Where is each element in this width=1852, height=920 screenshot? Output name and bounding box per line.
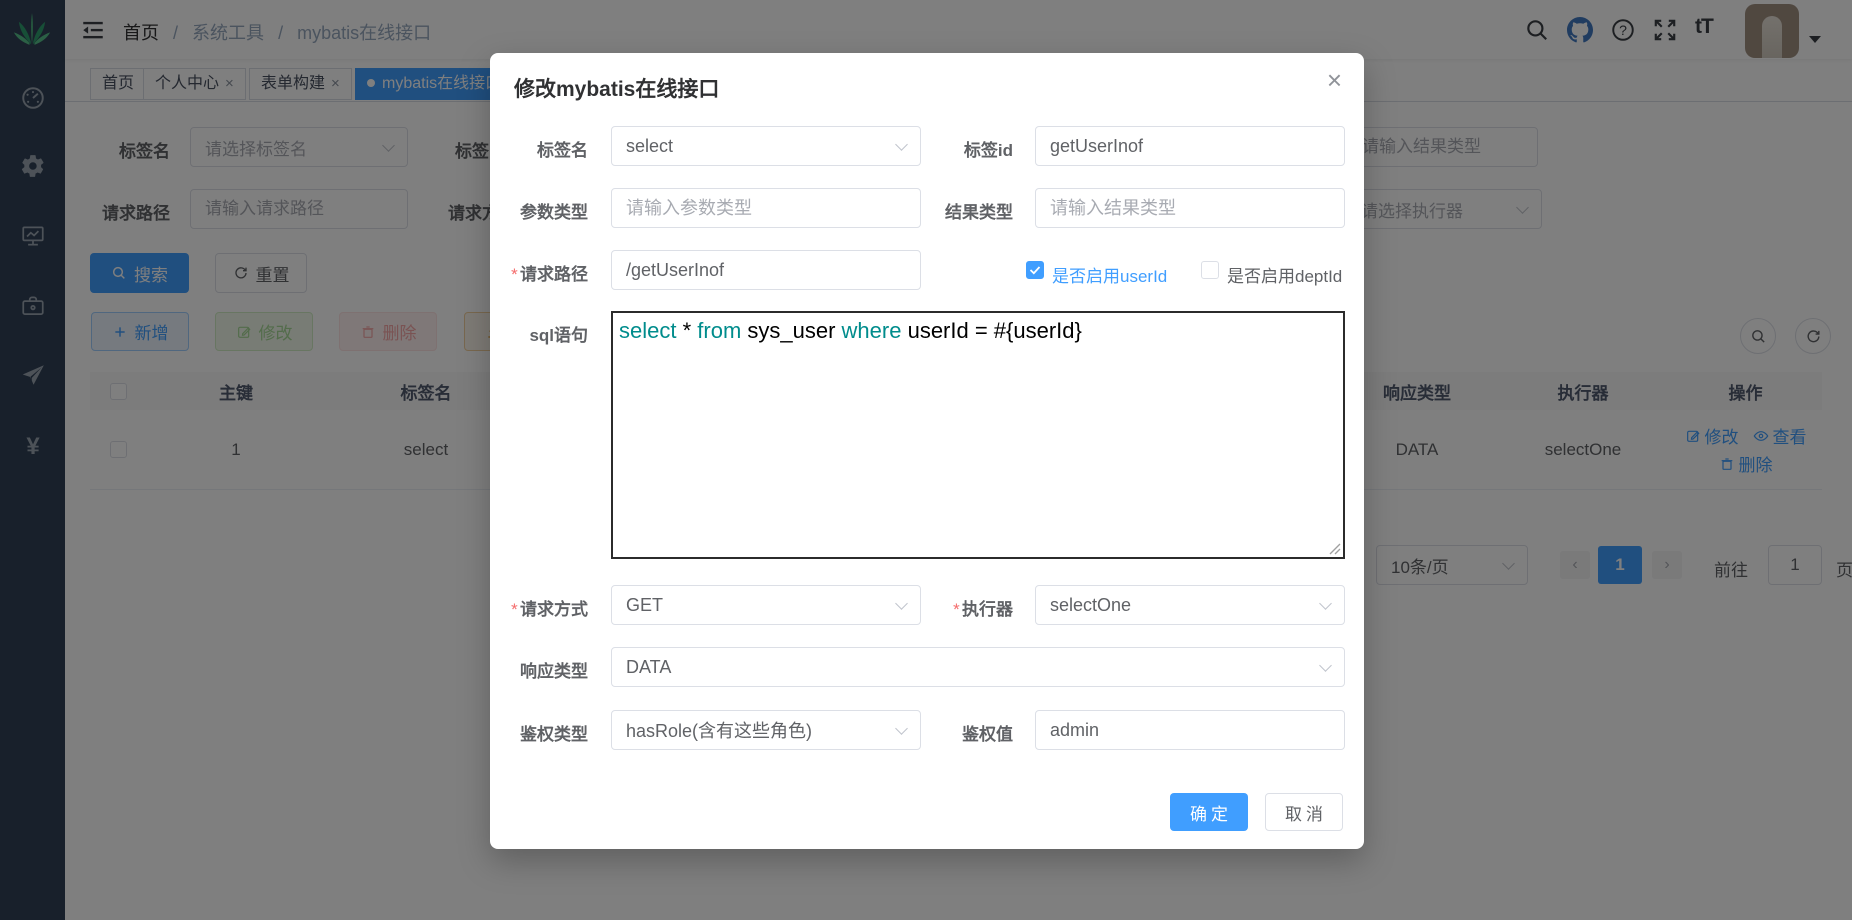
dialog-title: 修改mybatis在线接口 bbox=[514, 73, 719, 103]
sql-textarea[interactable]: select * from sys_user where userId = #{… bbox=[611, 311, 1345, 559]
required-mark: * bbox=[510, 265, 517, 284]
enable-userid-label[interactable]: 是否启用userId bbox=[1052, 262, 1167, 287]
cancel-button[interactable]: 取消 bbox=[1265, 793, 1343, 831]
chevron-down-icon bbox=[895, 138, 908, 151]
response-type-select[interactable]: DATA bbox=[611, 647, 1345, 687]
resize-handle-icon[interactable] bbox=[1329, 543, 1341, 555]
executor-label: *执行器 bbox=[915, 595, 1025, 620]
auth-value-label: 鉴权值 bbox=[915, 720, 1025, 745]
result-type-label: 结果类型 bbox=[915, 198, 1025, 223]
response-type-label: 响应类型 bbox=[490, 657, 600, 682]
tag-name-select[interactable]: select bbox=[611, 126, 921, 166]
param-type-input[interactable] bbox=[611, 188, 921, 228]
auth-type-label: 鉴权类型 bbox=[490, 720, 600, 745]
request-path-label: *请求路径 bbox=[490, 260, 600, 285]
auth-type-value: hasRole(含有这些角色) bbox=[626, 717, 812, 743]
tag-id-label: 标签id bbox=[915, 136, 1025, 161]
result-type-input[interactable] bbox=[1035, 188, 1345, 228]
required-mark: * bbox=[952, 600, 959, 619]
enable-userid-checkbox[interactable] bbox=[1026, 261, 1044, 279]
auth-value-input[interactable] bbox=[1035, 710, 1345, 750]
request-method-select[interactable]: GET bbox=[611, 585, 921, 625]
app-root: ¥ 首页 / 系统工具 / mybatis在线接口 bbox=[0, 0, 1852, 920]
executor-value: selectOne bbox=[1050, 595, 1131, 616]
check-icon bbox=[1027, 262, 1043, 278]
chevron-down-icon bbox=[895, 722, 908, 735]
auth-type-select[interactable]: hasRole(含有这些角色) bbox=[611, 710, 921, 750]
response-type-value: DATA bbox=[626, 657, 671, 678]
param-type-label: 参数类型 bbox=[490, 198, 600, 223]
confirm-button[interactable]: 确定 bbox=[1170, 793, 1248, 831]
sql-label: sql语句 bbox=[490, 321, 600, 346]
request-path-input[interactable] bbox=[611, 250, 921, 290]
sql-keyword: where bbox=[842, 318, 902, 343]
chevron-down-icon bbox=[1319, 597, 1332, 610]
cancel-button-label: 取消 bbox=[1285, 800, 1327, 825]
sql-text: * bbox=[676, 318, 697, 343]
sql-text: sys_user bbox=[741, 318, 841, 343]
enable-deptid-label[interactable]: 是否启用deptId bbox=[1227, 262, 1342, 287]
tag-name-value: select bbox=[626, 136, 673, 157]
edit-mybatis-dialog: 修改mybatis在线接口 × 标签名 select 标签id 参数类型 结果类… bbox=[490, 53, 1364, 849]
tag-id-input[interactable] bbox=[1035, 126, 1345, 166]
confirm-button-label: 确定 bbox=[1190, 800, 1232, 825]
chevron-down-icon bbox=[1319, 659, 1332, 672]
executor-select[interactable]: selectOne bbox=[1035, 585, 1345, 625]
chevron-down-icon bbox=[895, 597, 908, 610]
sql-keyword: select bbox=[619, 318, 676, 343]
request-method-label: *请求方式 bbox=[490, 595, 600, 620]
sql-keyword: from bbox=[697, 318, 741, 343]
tag-name-label: 标签名 bbox=[490, 136, 600, 161]
enable-deptid-checkbox[interactable] bbox=[1201, 261, 1219, 279]
required-mark: * bbox=[510, 600, 517, 619]
sql-text: userId = #{userId} bbox=[901, 318, 1081, 343]
dialog-close-icon[interactable]: × bbox=[1327, 67, 1342, 93]
method-value: GET bbox=[626, 595, 663, 616]
